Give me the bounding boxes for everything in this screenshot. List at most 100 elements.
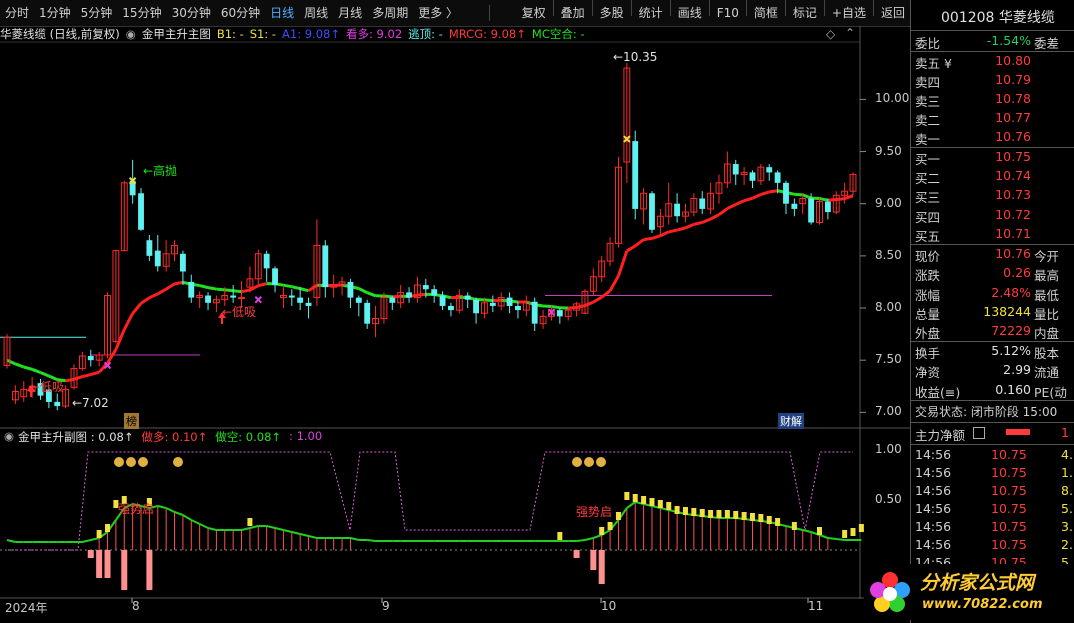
sub-line-segment <box>836 538 845 541</box>
sub-yellow-block <box>850 528 856 536</box>
quote2-row-1-right-label: 流通 <box>1034 365 1060 381</box>
quote2-row-1-label: 净资 <box>915 365 941 381</box>
caijie-badge[interactable]: 财解 <box>778 413 804 429</box>
sub-line-segment <box>802 529 812 533</box>
candle-body-down <box>774 172 781 183</box>
candle-body-down <box>473 299 480 314</box>
quote2-row-0-right-label: 股本 <box>1034 346 1060 361</box>
trade-status: 交易状态: 闭市阶段 15:00 <box>911 402 1074 421</box>
candle-body-down <box>699 198 706 209</box>
list-icon[interactable] <box>973 427 985 439</box>
stock-code-name[interactable]: 001208 华菱线缆 <box>941 7 1055 27</box>
candle-body-down <box>205 295 211 303</box>
trend-line-segment <box>23 365 33 371</box>
sub-yellow-block <box>615 512 621 520</box>
sub-yellow-block <box>741 512 747 520</box>
trend-line-segment <box>709 213 720 221</box>
quote-row-0-value: 10.76 <box>995 246 1031 261</box>
sub-yellow-block <box>816 527 822 535</box>
buy-level-1-label: 买二 <box>915 171 941 187</box>
candle-body-down <box>506 297 513 306</box>
sub-yellow-block <box>733 511 739 519</box>
trend-line-segment <box>249 284 259 292</box>
tick-cell: 14:56 <box>915 501 952 516</box>
tick-cell: 4. <box>1061 447 1073 462</box>
candle-body-down <box>808 198 815 223</box>
bang-badge[interactable]: 榜 <box>124 413 139 429</box>
tick-cell: 10.75 <box>991 537 1027 552</box>
trend-line-segment <box>836 197 845 202</box>
trend-line-segment <box>769 189 778 194</box>
sub-toggle-icon[interactable]: ◉ <box>4 429 14 445</box>
price-chart[interactable] <box>0 0 910 623</box>
quote-row-1-label: 涨跌 <box>915 268 941 284</box>
trend-line-segment <box>157 287 167 296</box>
sub-title[interactable]: 金甲主升副图 : 0.08↑ <box>18 429 133 445</box>
sub-line-segment <box>827 537 837 540</box>
sub-pink-bar <box>87 550 94 558</box>
sub-line-segment <box>274 527 284 531</box>
trend-line-segment <box>39 371 50 378</box>
weibi-label: 委比 <box>915 36 941 51</box>
tick-cell: 10.75 <box>991 483 1027 498</box>
date-tick: 8 <box>132 599 140 613</box>
buy-level-1-value: 10.74 <box>995 168 1031 184</box>
buy-level-2-label: 买三 <box>915 190 941 206</box>
sub-yellow-block <box>632 494 638 502</box>
trend-line-segment <box>417 292 426 297</box>
trend-line-segment <box>90 370 100 377</box>
candle-body-up <box>238 297 245 300</box>
quote-row-3: 总量 138244 量比 <box>911 303 1074 322</box>
trend-line-segment <box>693 221 703 226</box>
candle-body-down <box>322 245 329 288</box>
trend-line-segment <box>233 289 242 294</box>
sub-yellow-block <box>624 492 630 500</box>
sub-line-segment <box>584 537 594 541</box>
buy-level-2-value: 10.73 <box>995 187 1031 203</box>
trend-line-segment <box>358 287 368 295</box>
trend-line-segment <box>31 367 42 374</box>
candle-body-down <box>448 305 454 311</box>
candle-body-down <box>347 281 354 298</box>
trend-line-segment <box>643 236 653 242</box>
quote-row-1-right-label: 最高 <box>1034 268 1060 284</box>
sub-line-segment <box>174 511 184 516</box>
buy-level-0: 买一 10.75 <box>911 148 1074 167</box>
trend-line-segment <box>668 228 678 234</box>
high-price-label: ←10.35 <box>613 50 658 64</box>
candle-body-down <box>632 141 639 209</box>
quote-row-4-value: 72229 <box>991 323 1031 339</box>
candle-body-down <box>464 295 471 300</box>
quote-panel: 001208 华菱线缆 委比 -1.54% 委差 卖五 ¥ 10.80 卖四 10.7… <box>910 0 1074 623</box>
sub-line-segment <box>6 539 16 543</box>
trend-line-segment <box>224 288 234 293</box>
tick-cell: 8. <box>1061 483 1073 498</box>
trend-line-segment <box>701 217 712 224</box>
candle-body-down <box>556 310 563 317</box>
candle-body-down <box>288 295 295 298</box>
quote-row-2-value: 2.48% <box>991 284 1031 300</box>
trend-line-segment <box>241 288 251 294</box>
money-bag-icon <box>584 457 594 467</box>
trade-status-text: 交易状态: 闭市阶段 15:00 <box>915 405 1058 419</box>
candle-body-down <box>272 268 278 286</box>
candle-body-down <box>305 302 312 306</box>
sub-pink-bar <box>121 550 128 590</box>
trend-line-segment <box>6 358 16 366</box>
sell-level-1-label: 卖四 <box>915 75 941 90</box>
quote2-row-2-label: 收益(≡) <box>915 384 961 400</box>
candle-body-down <box>389 297 396 303</box>
sub-line-segment <box>367 539 376 542</box>
main-flow-label: 主力净额 <box>915 428 966 443</box>
sub-pink-bar <box>573 550 580 558</box>
trend-line-segment <box>600 289 612 299</box>
quote-row-2: 涨幅 2.48% 最低 <box>911 284 1074 303</box>
sub-tick: 1.00 <box>875 442 902 456</box>
quote-row-2-label: 涨幅 <box>915 287 941 303</box>
trend-line-segment <box>584 300 594 307</box>
quote-row-4-right-label: 内盘 <box>1034 326 1060 342</box>
quote2-row-2-value: 0.160 <box>995 381 1031 397</box>
tick-cell: 10.75 <box>991 465 1027 480</box>
sub-line-segment <box>576 539 586 542</box>
sell-level-3: 卖二 10.77 <box>911 109 1074 128</box>
